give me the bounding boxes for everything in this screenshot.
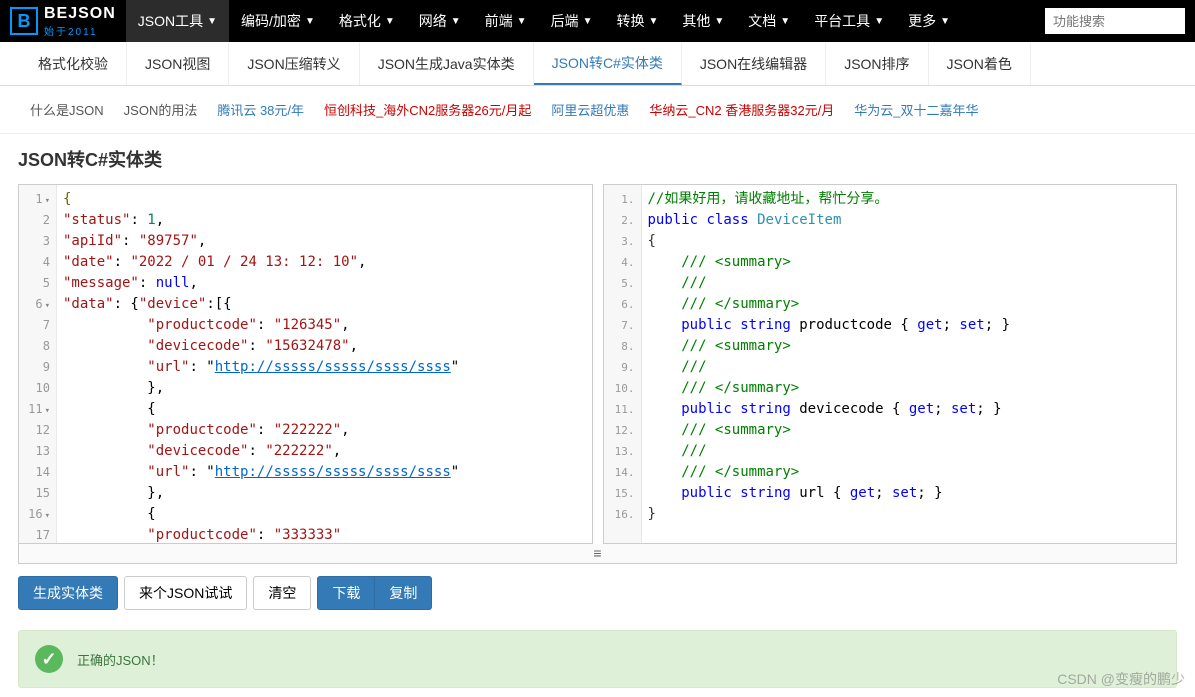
nav-item-5[interactable]: 后端▼ [539,0,605,42]
promo-link-0[interactable]: 什么是JSON [30,100,104,119]
sub-navbar: 格式化校验JSON视图JSON压缩转义JSON生成Java实体类JSON转C#实… [0,42,1195,86]
caret-down-icon: ▼ [583,16,593,27]
nav-item-8[interactable]: 文档▼ [736,0,802,42]
nav-item-1[interactable]: 编码/加密▼ [229,0,327,42]
subnav-item-5[interactable]: JSON在线编辑器 [682,42,826,85]
resize-handle[interactable]: ≡ [18,544,1177,564]
alert-text: 正确的JSON！ [77,650,164,669]
nav-item-0[interactable]: JSON工具▼ [126,0,229,42]
json-input-editor[interactable]: 1234567891011121314151617 {"status": 1,"… [18,184,593,544]
download-button[interactable]: 下载 [317,576,375,610]
caret-down-icon: ▼ [940,16,950,27]
check-icon: ✓ [35,645,63,673]
nav-item-2[interactable]: 格式化▼ [327,0,407,42]
validation-alert: ✓ 正确的JSON！ [18,630,1177,688]
caret-down-icon: ▼ [874,16,884,27]
subnav-item-0[interactable]: 格式化校验 [20,42,127,85]
nav-item-4[interactable]: 前端▼ [473,0,539,42]
logo-icon: B [10,7,38,35]
nav-item-6[interactable]: 转换▼ [604,0,670,42]
promo-link-5[interactable]: 华纳云_CN2 香港服务器32元/月 [649,100,834,119]
subnav-item-7[interactable]: JSON着色 [929,42,1031,85]
caret-down-icon: ▼ [451,16,461,27]
page-title: JSON转C#实体类 [0,134,1195,184]
nav-item-7[interactable]: 其他▼ [670,0,736,42]
download-copy-group: 下载 复制 [317,576,432,610]
code-area[interactable]: //如果好用，请收藏地址，帮忙分享。public class DeviceIte… [642,185,1177,543]
caret-down-icon: ▼ [714,16,724,27]
subnav-item-1[interactable]: JSON视图 [127,42,229,85]
subnav-item-2[interactable]: JSON压缩转义 [229,42,359,85]
promo-link-2[interactable]: 腾讯云 38元/年 [217,100,304,119]
nav-item-3[interactable]: 网络▼ [407,0,473,42]
generate-button[interactable]: 生成实体类 [18,576,118,610]
line-gutter: 1.2.3.4.5.6.7.8.9.10.11.12.13.14.15.16. [604,185,642,543]
nav-item-10[interactable]: 更多▼ [896,0,962,42]
subnav-item-3[interactable]: JSON生成Java实体类 [360,42,534,85]
editor-panels: 1234567891011121314151617 {"status": 1,"… [0,184,1195,544]
caret-down-icon: ▼ [780,16,790,27]
nav-item-9[interactable]: 平台工具▼ [802,0,896,42]
promo-link-1[interactable]: JSON的用法 [124,100,198,119]
subnav-item-6[interactable]: JSON排序 [826,42,928,85]
promo-link-3[interactable]: 恒创科技_海外CN2服务器26元/月起 [324,100,531,119]
top-navbar: B BEJSON 始于2011 JSON工具▼编码/加密▼格式化▼网络▼前端▼后… [0,0,1195,42]
logo-subtitle: 始于2011 [44,23,116,38]
csharp-output-editor[interactable]: 1.2.3.4.5.6.7.8.9.10.11.12.13.14.15.16. … [603,184,1178,544]
copy-button[interactable]: 复制 [375,576,432,610]
promo-linkbar: 什么是JSON JSON的用法腾讯云 38元/年 恒创科技_海外CN2服务器26元/… [0,86,1195,134]
caret-down-icon: ▼ [648,16,658,27]
sample-json-button[interactable]: 来个JSON试试 [124,576,247,610]
action-buttons: 生成实体类 来个JSON试试 清空 下载 复制 [0,564,1195,622]
line-gutter: 1234567891011121314151617 [19,185,57,543]
promo-link-6[interactable]: 华为云_双十二嘉年华 [854,100,978,119]
caret-down-icon: ▼ [385,16,395,27]
caret-down-icon: ▼ [517,16,527,27]
caret-down-icon: ▼ [207,16,217,27]
logo-text: BEJSON [44,5,116,23]
subnav-item-4[interactable]: JSON转C#实体类 [534,42,682,85]
clear-button[interactable]: 清空 [253,576,311,610]
promo-link-4[interactable]: 阿里云超优惠 [551,100,629,119]
search-box [1045,8,1185,34]
caret-down-icon: ▼ [305,16,315,27]
search-input[interactable] [1045,8,1185,34]
code-area[interactable]: {"status": 1,"apiId": "89757","date": "2… [57,185,592,543]
site-logo[interactable]: B BEJSON 始于2011 [0,5,126,38]
